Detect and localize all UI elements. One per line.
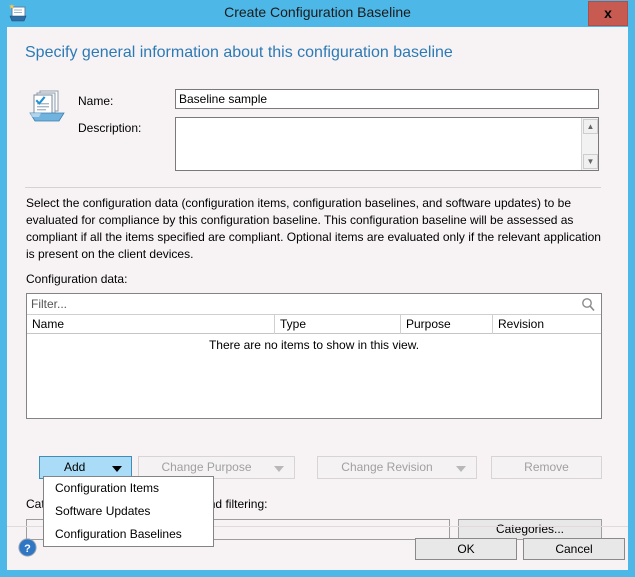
help-icon[interactable]: ? — [18, 538, 37, 557]
filter-row — [27, 294, 601, 315]
filter-input[interactable] — [27, 294, 575, 314]
cancel-button[interactable]: Cancel — [523, 538, 625, 560]
chevron-down-icon — [274, 466, 284, 472]
description-field-wrapper: ▲ ▼ — [175, 117, 599, 171]
add-button-label: Add — [64, 460, 86, 474]
change-purpose-label: Change Purpose — [161, 460, 252, 474]
configuration-data-label: Configuration data: — [26, 272, 128, 286]
column-header-revision[interactable]: Revision — [493, 315, 601, 334]
column-header-type[interactable]: Type — [275, 315, 401, 334]
list-header-row: Name Type Purpose Revision — [27, 315, 601, 334]
description-scrollbar[interactable]: ▲ ▼ — [581, 118, 598, 170]
menu-item-software-updates[interactable]: Software Updates — [44, 500, 213, 523]
column-header-purpose[interactable]: Purpose — [401, 315, 493, 334]
search-icon[interactable] — [581, 297, 596, 312]
scroll-down-arrow-icon[interactable]: ▼ — [583, 154, 598, 169]
chevron-down-icon — [112, 466, 122, 472]
chevron-down-icon — [456, 466, 466, 472]
name-input[interactable] — [175, 89, 599, 109]
dialog-client-area: Specify general information about this c… — [7, 27, 628, 570]
column-header-name[interactable]: Name — [27, 315, 275, 334]
description-paragraph: Select the configuration data (configura… — [26, 196, 601, 261]
window-title: Create Configuration Baseline — [224, 4, 411, 20]
name-label: Name: — [78, 94, 114, 108]
configuration-baseline-icon — [27, 85, 67, 125]
menu-item-configuration-baselines[interactable]: Configuration Baselines — [44, 523, 213, 546]
page-title: Specify general information about this c… — [25, 44, 453, 61]
menu-item-configuration-items[interactable]: Configuration Items — [44, 477, 213, 500]
add-dropdown-menu: Configuration Items Software Updates Con… — [43, 476, 214, 547]
close-button[interactable]: x — [588, 1, 628, 26]
description-label: Description: — [78, 121, 142, 135]
configuration-data-list-panel: Name Type Purpose Revision There are no … — [26, 293, 602, 419]
scroll-up-arrow-icon[interactable]: ▲ — [583, 119, 598, 134]
empty-list-message: There are no items to show in this view. — [208, 338, 420, 352]
remove-button[interactable]: Remove — [491, 456, 602, 479]
section-divider — [25, 187, 601, 188]
title-bar: Create Configuration Baseline x — [0, 0, 635, 27]
ok-button[interactable]: OK — [415, 538, 517, 560]
create-configuration-baseline-window: Create Configuration Baseline x Specify … — [0, 0, 635, 577]
svg-text:?: ? — [24, 543, 31, 555]
change-revision-button[interactable]: Change Revision — [317, 456, 477, 479]
description-input[interactable] — [176, 118, 581, 170]
categories-button[interactable]: Categories... — [458, 519, 602, 540]
change-revision-label: Change Revision — [341, 460, 433, 474]
